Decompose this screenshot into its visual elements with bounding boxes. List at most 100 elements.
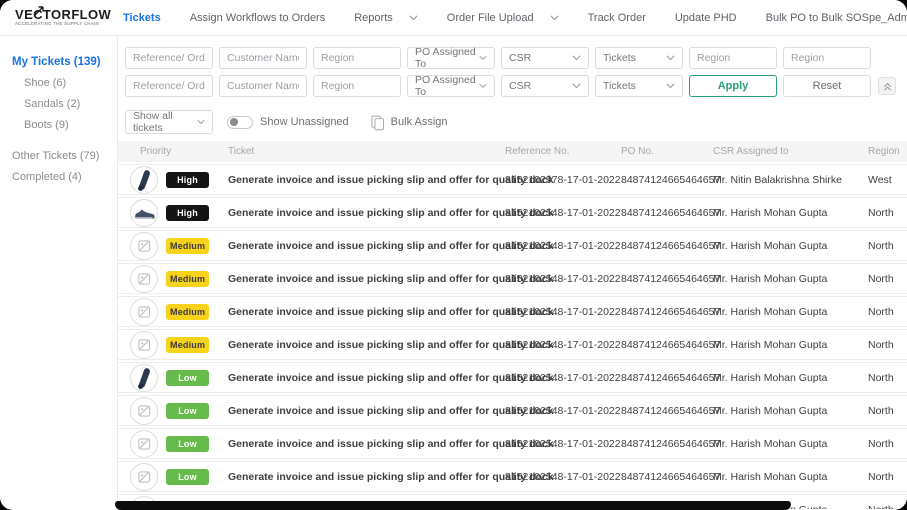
table-row[interactable]: Low Generate invoice and issue picking s…: [118, 362, 907, 393]
filter-input-region[interactable]: [689, 47, 777, 69]
sidebar-item-boots-9[interactable]: Boots (9): [0, 115, 117, 136]
user-menu[interactable]: Spe_Admin: [862, 8, 907, 27]
sidebar-item-shoe-6[interactable]: Shoe (6): [0, 73, 117, 94]
filter-input-reference-order[interactable]: [125, 47, 213, 69]
nav-item-track-order[interactable]: Track Order: [588, 12, 646, 24]
nav-item-label: Track Order: [588, 12, 646, 24]
reset-button[interactable]: Reset: [783, 75, 871, 97]
show-all-tickets-label: Show all tickets: [133, 110, 197, 134]
table-row[interactable]: High Generate invoice and issue picking …: [118, 197, 907, 228]
reference-no: 8152102548-17-01-2022: [505, 405, 621, 417]
filter-select-label: Tickets: [603, 52, 636, 64]
image-placeholder-icon: [131, 299, 157, 325]
priority-cell: Low: [118, 364, 228, 392]
table-row[interactable]: Medium Generate invoice and issue pickin…: [118, 329, 907, 360]
image-placeholder-icon: [131, 266, 157, 292]
table-row[interactable]: Low Generate invoice and issue picking s…: [118, 461, 907, 492]
sidebar-item-other-tickets-79[interactable]: Other Tickets (79): [0, 146, 117, 167]
filter-input-customer-name[interactable]: [219, 75, 307, 97]
sidebar: My Tickets (139)Shoe (6)Sandals (2)Boots…: [0, 36, 118, 509]
filter-select-label: CSR: [509, 52, 531, 64]
filter-fields-row2: PO Assigned To CSR Tickets: [125, 75, 683, 97]
priority-cell: Low: [118, 397, 228, 425]
reference-no: 8152102548-17-01-2022: [505, 306, 621, 318]
reference-no: 8152102548-17-01-2022: [505, 438, 621, 450]
filter-select-tickets[interactable]: Tickets: [595, 75, 683, 97]
filter-input-reference-order[interactable]: [125, 75, 213, 97]
nav-item-update-phd[interactable]: Update PHD: [675, 12, 737, 24]
nav-item-reports[interactable]: Reports: [354, 12, 418, 24]
reference-no: 8152102548-17-01-2022: [505, 372, 621, 384]
sidebar-item-sandals-2[interactable]: Sandals (2): [0, 94, 117, 115]
product-image: [130, 265, 158, 293]
toggle-knob: [230, 118, 238, 126]
table-row[interactable]: Low Generate invoice and issue picking s…: [118, 395, 907, 426]
priority-badge: Low: [166, 370, 209, 386]
brand-tagline: ACCELERATING THE SUPPLY CHAIN: [15, 22, 89, 26]
reference-no: 8152102548-17-01-2022: [505, 240, 621, 252]
filter-select-csr[interactable]: CSR: [501, 47, 589, 69]
nav-item-bulk-po-to-bulk-so[interactable]: Bulk PO to Bulk SO: [766, 12, 862, 24]
priority-badge: Low: [166, 403, 209, 419]
product-image: [130, 364, 158, 392]
nav-item-label: Update PHD: [675, 12, 737, 24]
nav-item-order-file-upload[interactable]: Order File Upload: [447, 12, 559, 24]
csr-assigned-to: Mr. Harish Mohan Gupta: [713, 273, 868, 285]
filter-select-po-assigned-to[interactable]: PO Assigned To: [407, 47, 495, 69]
filter-select-tickets[interactable]: Tickets: [595, 47, 683, 69]
po-no: 84874124665464657: [621, 438, 713, 450]
image-placeholder-icon: [131, 332, 157, 358]
filter-select-csr[interactable]: CSR: [501, 75, 589, 97]
table-row[interactable]: Medium Generate invoice and issue pickin…: [118, 230, 907, 261]
table-row[interactable]: Medium Generate invoice and issue pickin…: [118, 296, 907, 327]
reference-no: 8152102978-17-01-2022: [505, 174, 621, 186]
collapse-filters-button[interactable]: [878, 77, 896, 95]
filter-select-po-assigned-to[interactable]: PO Assigned To: [407, 75, 495, 97]
filter-field: CSR: [501, 75, 589, 97]
boot-shoe-icon: [131, 365, 157, 391]
region-value: North: [868, 273, 907, 285]
filter-input-region[interactable]: [313, 47, 401, 69]
filter-field: [783, 47, 871, 69]
region-value: North: [868, 405, 907, 417]
reference-no: 8152102548-17-01-2022: [505, 339, 621, 351]
show-all-tickets-select[interactable]: Show all tickets: [125, 110, 213, 134]
ticket-text: Generate invoice and issue picking slip …: [228, 174, 505, 186]
csr-assigned-to: Mr. Harish Mohan Gupta: [713, 240, 868, 252]
ticket-text: Generate invoice and issue picking slip …: [228, 372, 505, 384]
ticket-text: Generate invoice and issue picking slip …: [228, 273, 505, 285]
nav-item-assign-workflows-to-orders[interactable]: Assign Workflows to Orders: [190, 12, 326, 24]
main-nav: Tickets Assign Workflows to Orders Repor…: [123, 12, 862, 24]
region-value: North: [868, 207, 907, 219]
filter-input-region[interactable]: [313, 75, 401, 97]
filter-field: PO Assigned To: [407, 75, 495, 97]
priority-badge: Low: [166, 469, 209, 485]
ticket-text: Generate invoice and issue picking slip …: [228, 207, 505, 219]
nav-item-tickets[interactable]: Tickets: [123, 12, 161, 24]
show-unassigned-toggle[interactable]: [227, 116, 253, 129]
table-row[interactable]: High Generate invoice and issue picking …: [118, 164, 907, 195]
ticket-text: Generate invoice and issue picking slip …: [228, 471, 505, 483]
bulk-assign-button[interactable]: Bulk Assign: [369, 114, 448, 131]
filter-row-2: PO Assigned To CSR Tickets Apply Reset: [125, 75, 907, 97]
chevron-down-icon: [479, 55, 487, 61]
filter-field: PO Assigned To: [407, 47, 495, 69]
po-no: 84874124665464657: [621, 240, 713, 252]
csr-assigned-to: Mr. Nitin Balakrishna Shirke: [713, 174, 868, 186]
table-row[interactable]: Medium Generate invoice and issue pickin…: [118, 263, 907, 294]
chevron-down-icon: [666, 55, 675, 61]
apply-button[interactable]: Apply: [689, 75, 777, 97]
sidebar-item-my-tickets-139[interactable]: My Tickets (139): [0, 52, 117, 73]
image-placeholder-icon: [131, 398, 157, 424]
table-row[interactable]: Low Generate invoice and issue picking s…: [118, 428, 907, 459]
bulk-assign-label: Bulk Assign: [391, 116, 448, 128]
product-image: [130, 199, 158, 227]
sidebar-item-completed-4[interactable]: Completed (4): [0, 167, 117, 188]
filter-input-region[interactable]: [783, 47, 871, 69]
filter-input-customer-name[interactable]: [219, 47, 307, 69]
po-no: 84874124665464657: [621, 273, 713, 285]
priority-cell: High: [118, 166, 228, 194]
image-placeholder-icon: [131, 431, 157, 457]
brand-logo[interactable]: VECTORFLOW ACCELERATING THE SUPPLY CHAIN: [0, 8, 118, 28]
user-name: Spe_Admin: [862, 12, 907, 24]
